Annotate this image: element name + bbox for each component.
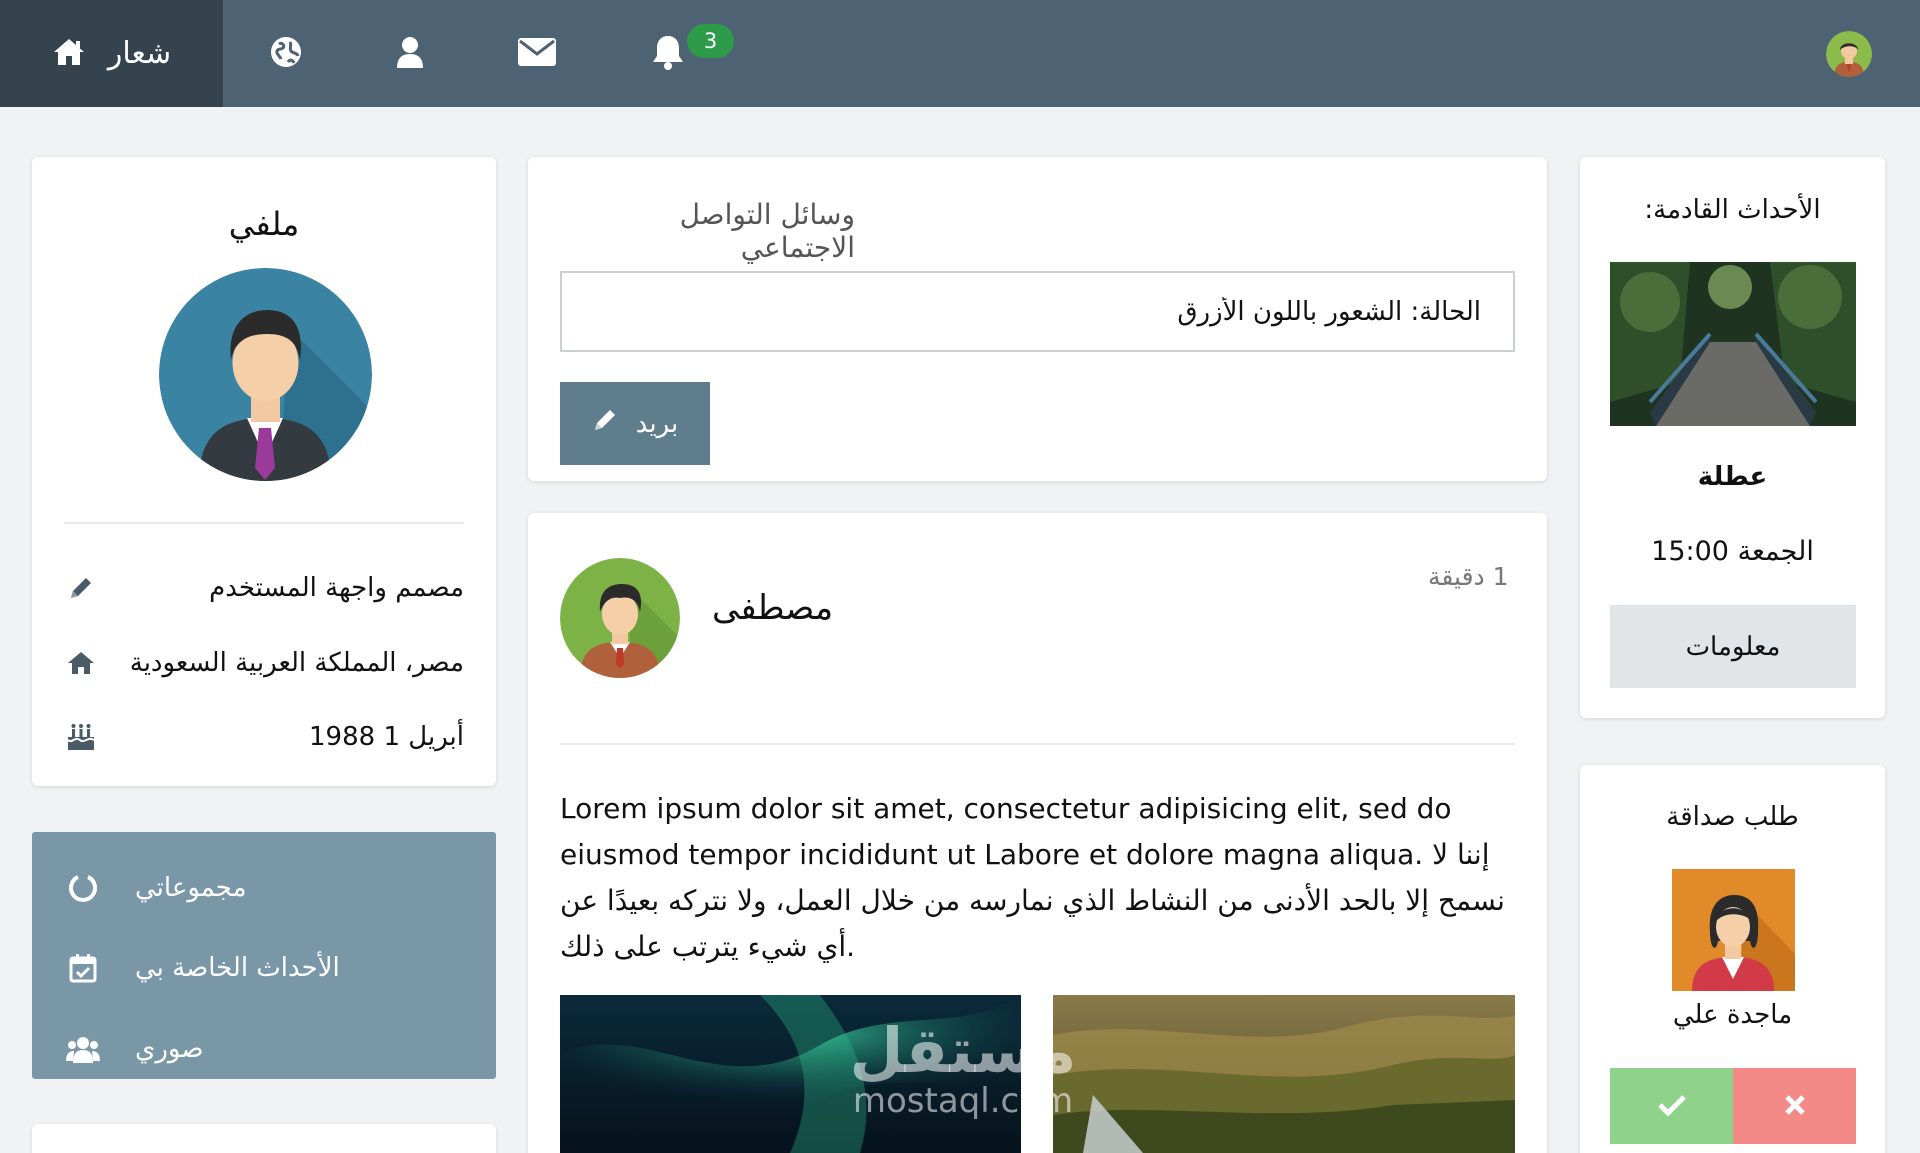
- circle-notch-icon: [66, 873, 100, 903]
- profile-title: ملفي: [228, 205, 300, 243]
- close-icon: [1784, 1094, 1806, 1119]
- post-author-avatar[interactable]: [560, 558, 680, 678]
- home-icon: [64, 651, 98, 675]
- post-image-landscape[interactable]: [1053, 995, 1515, 1153]
- event-image[interactable]: [1610, 262, 1856, 426]
- post-body-text: Lorem ipsum dolor sit amet, consectetur …: [560, 792, 1505, 963]
- calendar-check-icon: [66, 953, 100, 983]
- profile-location-text: مصر، المملكة العربية السعودية: [129, 648, 464, 678]
- globe-icon: [270, 36, 302, 72]
- side-menu: مجموعاتي الأحداث الخاصة بي صوري: [32, 832, 496, 1079]
- profile-nav-button[interactable]: [362, 0, 458, 107]
- users-icon: [66, 1035, 100, 1063]
- menu-item-my-events[interactable]: الأحداث الخاصة بي: [32, 935, 496, 1001]
- event-name: عطلة: [1697, 462, 1768, 492]
- extra-card: [32, 1124, 496, 1153]
- check-icon: [1657, 1094, 1686, 1119]
- status-input[interactable]: [560, 271, 1515, 352]
- events-title: :الأحداث القادمة: [1644, 195, 1821, 225]
- pencil-icon: [64, 575, 98, 601]
- accept-request-button[interactable]: [1610, 1068, 1733, 1144]
- post-image-aurora[interactable]: [560, 995, 1021, 1153]
- envelope-icon: [518, 37, 556, 70]
- profile-card: ملفي مصمم واجهة المستخدم مصر، المملكة ال…: [32, 157, 496, 786]
- user-avatar-menu[interactable]: [1826, 31, 1872, 77]
- notification-count-badge: 3: [687, 24, 734, 58]
- friend-request-name[interactable]: ماجدة علي: [1580, 1000, 1885, 1030]
- profile-location-row: مصر، المملكة العربية السعودية: [64, 643, 464, 683]
- globe-nav-button[interactable]: [238, 0, 334, 107]
- post-button-label: بريد: [635, 408, 679, 438]
- menu-item-label: مجموعاتي: [135, 873, 247, 903]
- menu-item-my-photos[interactable]: صوري: [32, 1016, 496, 1082]
- menu-item-label: الأحداث الخاصة بي: [135, 953, 340, 983]
- profile-birthday-text: أبريل 1 1988: [309, 722, 464, 752]
- pencil-icon: [592, 407, 618, 440]
- profile-job-text: مصمم واجهة المستخدم: [209, 573, 464, 603]
- home-icon: [52, 37, 86, 71]
- event-info-button[interactable]: معلومات: [1610, 605, 1856, 688]
- menu-item-label: صوري: [135, 1034, 204, 1064]
- reject-request-button[interactable]: [1733, 1068, 1856, 1144]
- menu-item-my-groups[interactable]: مجموعاتي: [32, 855, 496, 921]
- profile-birthday-row: أبريل 1 1988: [64, 717, 464, 757]
- post-button[interactable]: بريد: [560, 382, 710, 465]
- friend-request-title: طلب صداقة: [1666, 802, 1799, 832]
- bell-icon: [651, 34, 685, 74]
- profile-avatar: [159, 268, 372, 481]
- post-timestamp: 1 دقيقة: [1428, 562, 1509, 591]
- brand-home-link[interactable]: شعار: [0, 0, 223, 107]
- profile-job-row: مصمم واجهة المستخدم: [64, 568, 464, 608]
- post-author-name[interactable]: مصطفى: [712, 588, 833, 628]
- birthday-cake-icon: [64, 723, 98, 751]
- messages-nav-button[interactable]: [489, 0, 585, 107]
- user-icon: [396, 36, 424, 72]
- friend-request-photo[interactable]: [1672, 869, 1795, 991]
- top-navbar: شعار 3: [0, 0, 1920, 107]
- event-time: الجمعة 15:00: [1651, 536, 1814, 567]
- profile-divider: [64, 522, 464, 524]
- brand-label: شعار: [107, 36, 172, 71]
- post-divider: [560, 743, 1515, 745]
- status-card-title: وسائل التواصل الاجتماعي: [679, 198, 855, 264]
